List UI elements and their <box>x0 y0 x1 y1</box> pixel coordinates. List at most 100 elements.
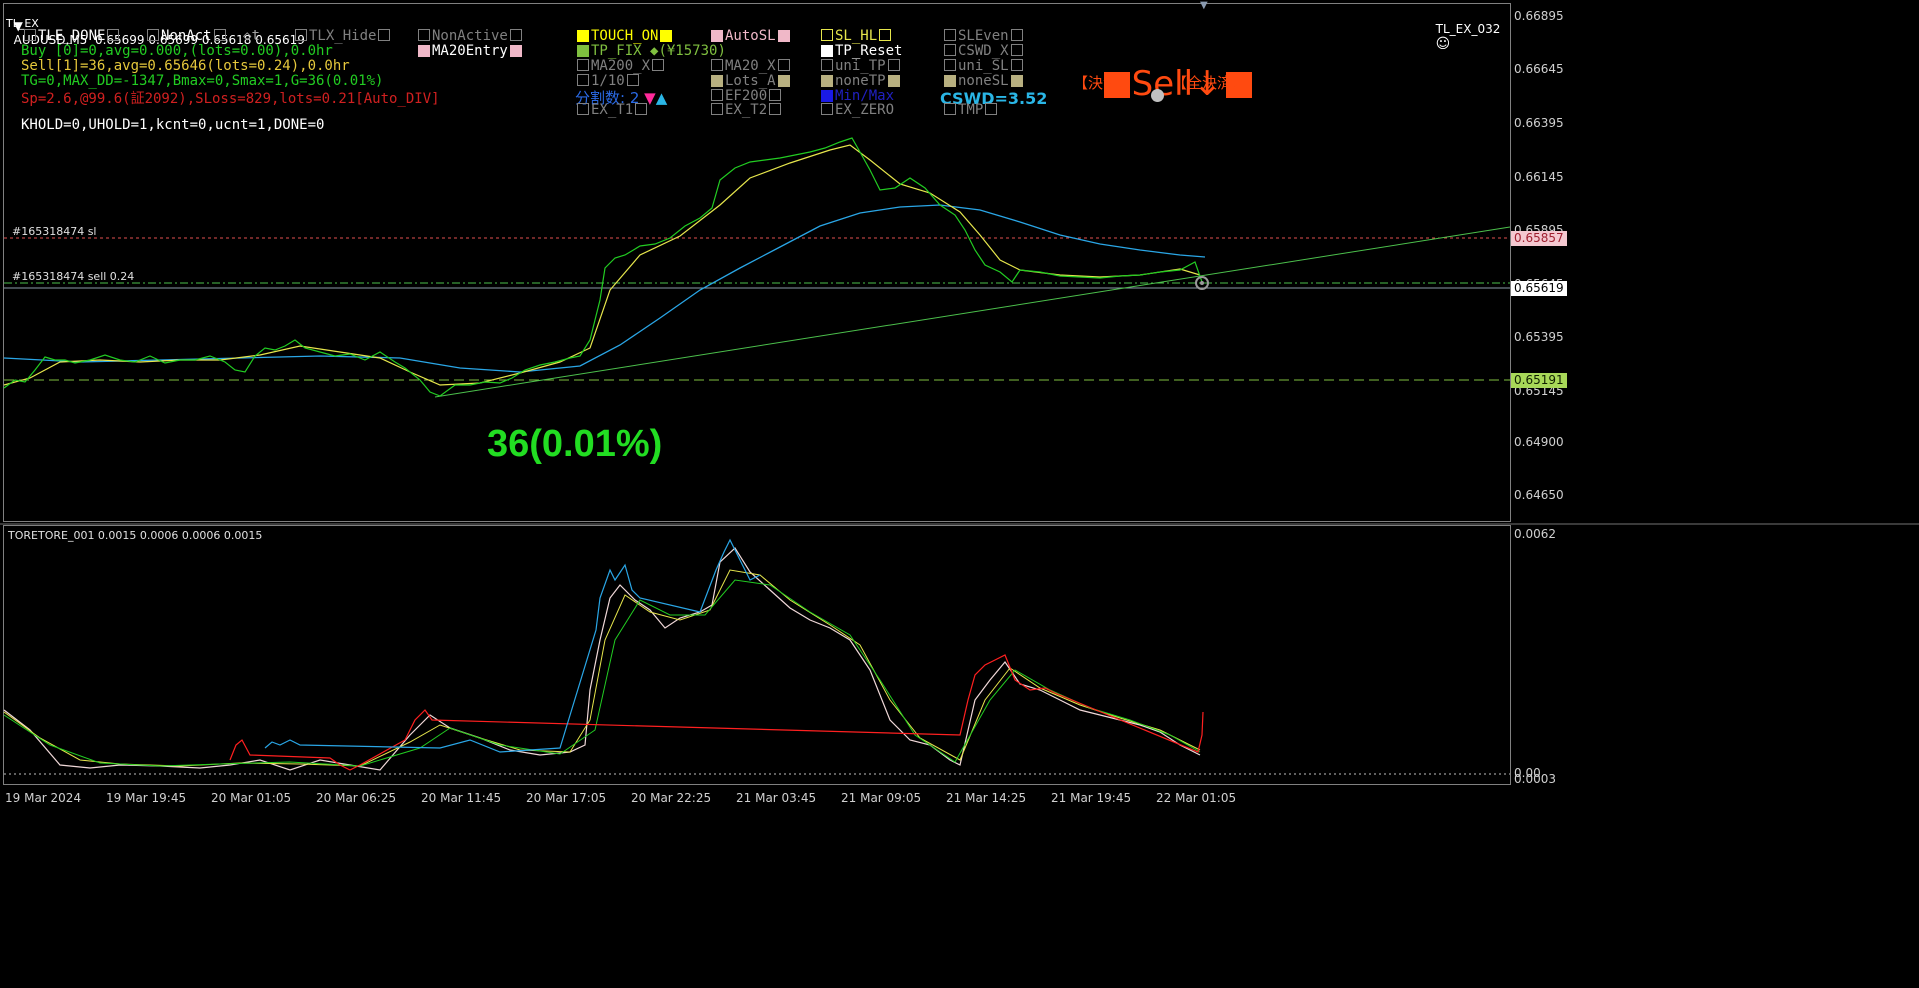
checkbox-icon <box>985 103 998 115</box>
nonesl-label: noneSL <box>958 73 1009 89</box>
nonact-toggle[interactable]: NonAct <box>145 28 228 44</box>
checkbox-icon <box>944 29 956 41</box>
checkbox-icon <box>418 29 430 41</box>
time-tick: 21 Mar 14:25 <box>946 791 1027 805</box>
nonact-label: NonAct <box>161 28 212 44</box>
uni-tp-toggle[interactable]: uni_TP <box>819 58 902 74</box>
time-tick: 21 Mar 09:05 <box>841 791 922 805</box>
checkbox-icon <box>887 59 900 71</box>
nonesl-toggle[interactable]: noneSL <box>942 73 1025 89</box>
checkbox-icon <box>821 29 833 41</box>
tle-done-toggle[interactable]: TLE_DONE <box>22 28 121 44</box>
sub-line-blue <box>264 538 761 753</box>
lots-a-toggle[interactable]: Lots_A <box>709 73 792 89</box>
khaki-square-icon <box>944 75 956 87</box>
ticket-sl-label: #165318474 sl <box>12 225 97 238</box>
checkbox-icon <box>24 29 36 41</box>
yellow-square-icon <box>577 30 589 42</box>
green-square-icon <box>577 45 589 57</box>
settle-all-button[interactable]: 【全決済】 <box>1172 72 1247 93</box>
tlx-hide-toggle[interactable]: TLX_Hide <box>293 28 392 44</box>
ma200-x-label: MA200_X <box>591 58 651 74</box>
t-toggle[interactable]: ◇t <box>243 28 260 44</box>
main-chart-svg <box>3 137 1511 775</box>
lots-a-label: Lots_A <box>725 73 776 89</box>
sub-line-red <box>229 654 1204 771</box>
ma20entry-toggle[interactable]: MA20Entry <box>416 43 524 59</box>
checkbox-icon <box>577 74 589 86</box>
sub-line-yellow <box>3 569 1201 767</box>
status-dot-icon <box>1151 89 1164 102</box>
pink-square-icon <box>777 30 790 42</box>
sleven-toggle[interactable]: SLEven <box>942 28 1025 44</box>
ma20entry-label: MA20Entry <box>432 43 508 59</box>
ex-t1-toggle[interactable]: EX_T1 <box>575 102 649 118</box>
checkbox-icon <box>107 29 120 41</box>
smiley-icon[interactable]: ☺ <box>1436 36 1451 52</box>
checkbox-icon <box>944 103 956 115</box>
nonetp-label: noneTP <box>835 73 886 89</box>
t-label: t <box>251 28 260 44</box>
checkbox-icon <box>711 59 723 71</box>
nonetp-toggle[interactable]: noneTP <box>819 73 902 89</box>
ex-zero-toggle[interactable]: EX_ZERO <box>819 102 894 118</box>
ea-name: TL_EX_032 ☺ <box>1428 8 1501 52</box>
checkbox-icon <box>1010 44 1023 56</box>
ma20-x-toggle[interactable]: MA20_X <box>709 58 792 74</box>
tp-reset-toggle[interactable]: TP_Reset <box>819 43 902 59</box>
ex-t2-toggle[interactable]: EX_T2 <box>709 102 783 118</box>
checkbox-icon <box>821 59 833 71</box>
yellow-square-icon <box>660 30 673 42</box>
scroll-marker-icon[interactable]: ▼ <box>1200 0 1208 11</box>
price-tick: 0.66395 <box>1514 116 1564 130</box>
sl-hl-label: SL_HL <box>835 28 878 44</box>
tp-fix-toggle[interactable]: TP_FIX ◆(¥15730) <box>575 43 726 59</box>
status-khold: KHOLD=0,UHOLD=1,kcnt=0,ucnt=1,DONE=0 <box>21 117 325 133</box>
khaki-square-icon <box>1010 75 1023 87</box>
checkbox-icon <box>635 103 648 115</box>
checkbox-icon <box>147 29 159 41</box>
cswd-x-toggle[interactable]: CSWD_X <box>942 43 1025 59</box>
uni-sl-toggle[interactable]: uni_SL <box>942 58 1025 74</box>
status-tg: TG=0,MAX_DD=-1347,Bmax=0,Smax=1,G=36(0.0… <box>21 73 384 89</box>
checkbox-icon <box>652 59 665 71</box>
time-tick: 20 Mar 06:25 <box>316 791 397 805</box>
checkbox-icon <box>577 59 589 71</box>
time-tick: 21 Mar 19:45 <box>1051 791 1132 805</box>
ma200-x-toggle[interactable]: MA200_X <box>575 58 666 74</box>
tmp-toggle[interactable]: TMP <box>942 102 999 118</box>
price-tick: 0.66645 <box>1514 62 1564 76</box>
time-tick: 20 Mar 22:25 <box>631 791 712 805</box>
price-line <box>3 137 1203 397</box>
khaki-square-icon <box>777 75 790 87</box>
status-buy: Buy [0]=0,avg=0.000,(lots=0.00),0.0hr <box>21 43 333 59</box>
autosl-toggle[interactable]: AutoSL <box>709 28 792 44</box>
ticket-sell-label: #165318474 sell 0.24 <box>12 270 135 283</box>
cswd-x-label: CSWD_X <box>958 43 1009 59</box>
nonactive-toggle[interactable]: NonActive <box>416 28 524 44</box>
nonactive-label: NonActive <box>432 28 508 44</box>
sub-line-green <box>3 579 1201 767</box>
sleven-label: SLEven <box>958 28 1009 44</box>
checkbox-icon <box>944 59 956 71</box>
time-tick: 20 Mar 17:05 <box>526 791 607 805</box>
checkbox-icon <box>769 103 782 115</box>
checkbox-icon <box>509 29 522 41</box>
autosl-label: AutoSL <box>725 28 776 44</box>
checkbox-icon <box>821 103 833 115</box>
tmp-label: TMP <box>958 102 984 118</box>
sl-price-tag: 0.65857 <box>1511 231 1567 246</box>
triangle-up-icon[interactable]: ▲ <box>656 89 668 107</box>
sub-chart-title: TORETORE_001 0.0015 0.0006 0.0006 0.0015 <box>8 529 263 542</box>
touch-on-toggle[interactable]: TOUCH_ON <box>575 28 674 44</box>
pink-square-icon <box>509 45 522 57</box>
price-tick: 0.64900 <box>1514 435 1564 449</box>
time-tick: 22 Mar 01:05 <box>1156 791 1237 805</box>
price-tick: 0.66895 <box>1514 9 1564 23</box>
checkbox-icon <box>944 44 956 56</box>
ea-name-label: TL_EX_032 <box>1435 22 1501 36</box>
sl-hl-toggle[interactable]: SL_HL <box>819 28 893 44</box>
settle-button[interactable]: 【決済】 <box>1073 72 1133 93</box>
trendline[interactable] <box>434 226 1511 398</box>
khaki-square-icon <box>887 75 900 87</box>
